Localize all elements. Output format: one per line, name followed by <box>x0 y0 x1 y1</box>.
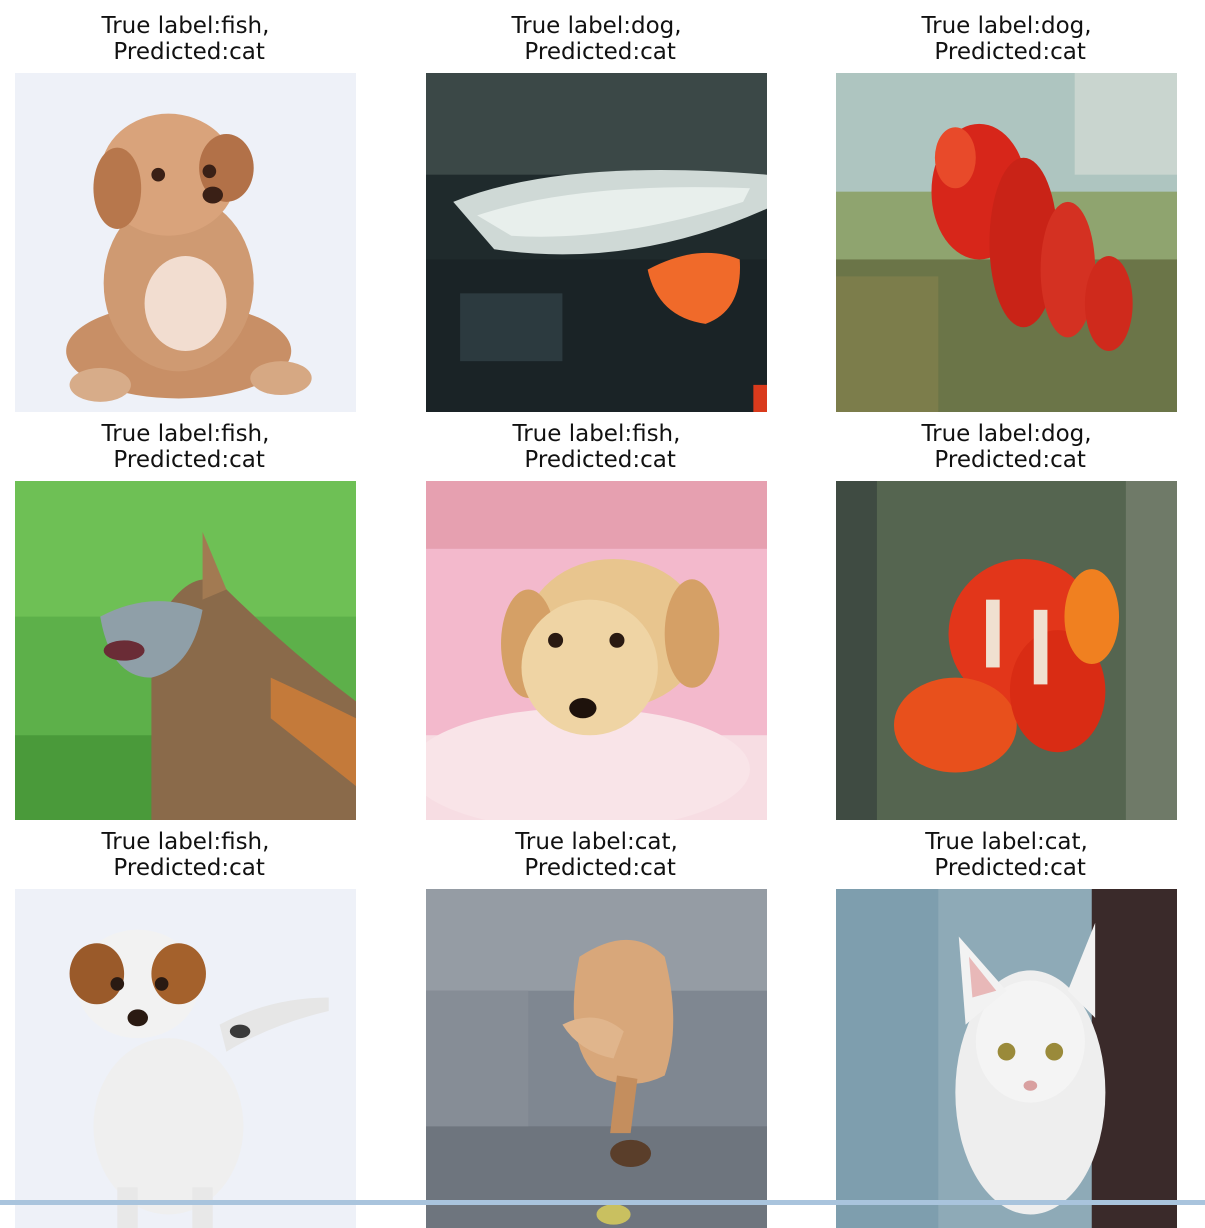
predicted-label-text: Predicted:cat <box>113 447 265 473</box>
true-label-text: True label:fish, <box>101 829 270 855</box>
cell-title: True label:cat, Predicted:cat <box>836 829 1177 889</box>
true-label-text: True label:dog, <box>511 13 682 39</box>
cell-title: True label:fish, Predicted:cat <box>15 829 356 889</box>
cell-title: True label:dog, Predicted:cat <box>836 421 1177 481</box>
cell-title: True label:dog, Predicted:cat <box>426 13 767 73</box>
true-label-text: True label:cat, <box>515 829 678 855</box>
true-label-text: True label:dog, <box>921 13 1092 39</box>
predicted-label-text: Predicted:cat <box>934 39 1086 65</box>
cell-title: True label:dog, Predicted:cat <box>836 13 1177 73</box>
sample-image <box>15 889 356 1228</box>
predicted-label-text: Predicted:cat <box>934 855 1086 881</box>
sample-image <box>836 481 1177 820</box>
sample-image <box>426 889 767 1228</box>
cell-title: True label:fish, Predicted:cat <box>15 421 356 481</box>
predicted-label-text: Predicted:cat <box>524 447 676 473</box>
sample-image <box>836 73 1177 412</box>
cell-title: True label:cat, Predicted:cat <box>426 829 767 889</box>
sample-image <box>426 73 767 412</box>
predicted-label-text: Predicted:cat <box>524 855 676 881</box>
sample-image <box>426 481 767 820</box>
true-label-text: True label:fish, <box>512 421 681 447</box>
predicted-label-text: Predicted:cat <box>524 39 676 65</box>
predicted-label-text: Predicted:cat <box>113 855 265 881</box>
true-label-text: True label:dog, <box>921 421 1092 447</box>
cell-title: True label:fish, Predicted:cat <box>15 13 356 73</box>
true-label-text: True label:cat, <box>925 829 1088 855</box>
predicted-label-text: Predicted:cat <box>113 39 265 65</box>
sample-image <box>15 73 356 412</box>
true-label-text: True label:fish, <box>101 13 270 39</box>
sample-image <box>15 481 356 820</box>
predicted-label-text: Predicted:cat <box>934 447 1086 473</box>
window-bottom-edge <box>0 1200 1205 1205</box>
true-label-text: True label:fish, <box>101 421 270 447</box>
sample-image <box>836 889 1177 1228</box>
cell-title: True label:fish, Predicted:cat <box>426 421 767 481</box>
